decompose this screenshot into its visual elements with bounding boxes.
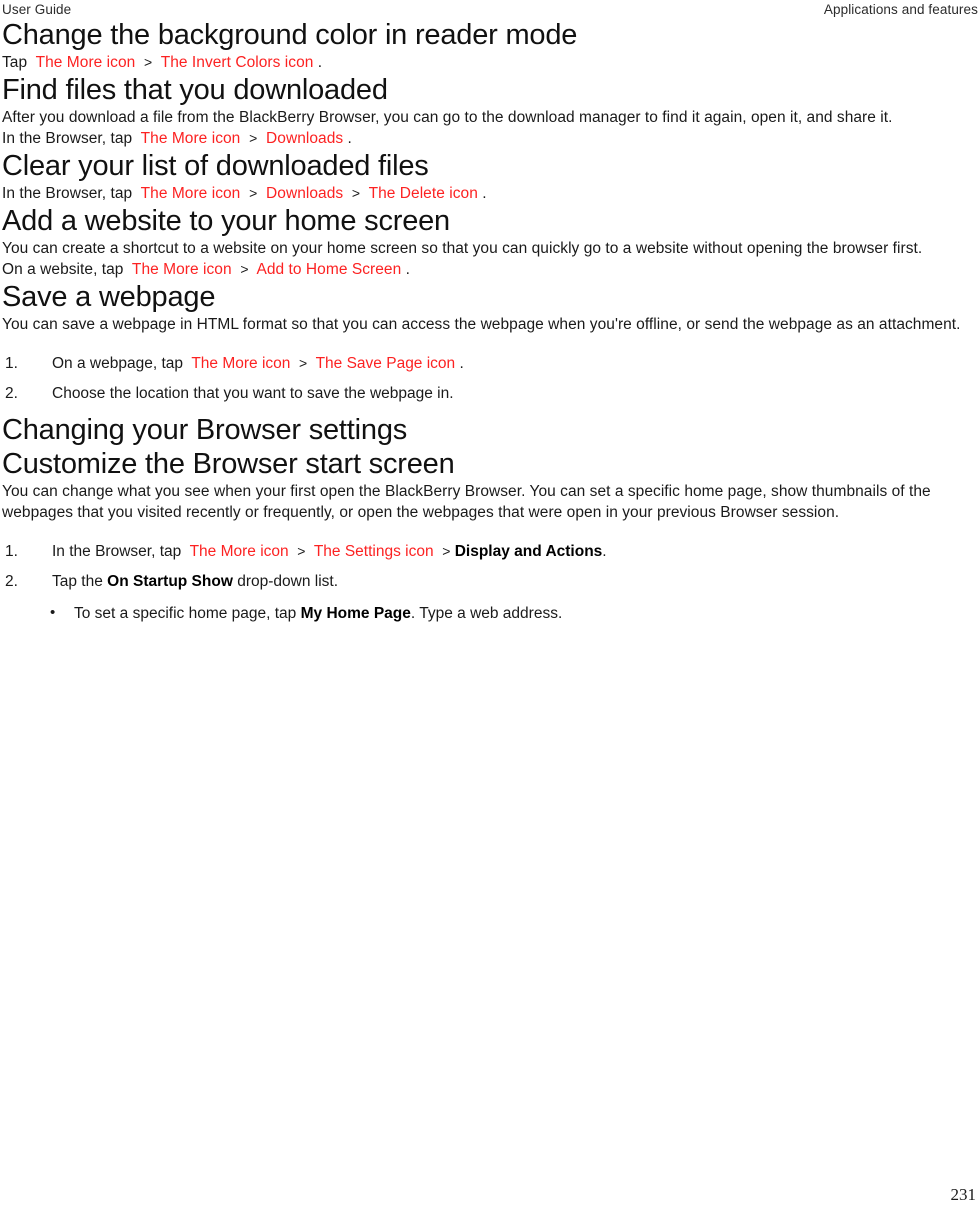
ui-ref-my-home-page[interactable]: My Home Page [301, 605, 411, 622]
instruction-add-website: On a website, tap The More icon > Add to… [2, 259, 978, 280]
ui-ref-more-icon[interactable]: The More icon [132, 261, 232, 278]
instruction-prefix: In the Browser, tap [2, 185, 133, 202]
heading-add-website-home-screen: Add a website to your home screen [2, 205, 450, 237]
ui-ref-downloads[interactable]: Downloads [266, 185, 343, 202]
ui-ref-add-to-home-screen[interactable]: Add to Home Screen [256, 261, 401, 278]
ui-ref-on-startup-show[interactable]: On Startup Show [107, 573, 233, 590]
separator-chevron: > [299, 355, 308, 371]
running-header-right: Applications and features [823, 2, 978, 17]
ui-ref-delete-icon[interactable]: The Delete icon [369, 185, 478, 202]
sentence-period: . [482, 185, 487, 202]
running-header: User Guide Applications and features [2, 0, 978, 18]
ui-ref-invert-colors-icon[interactable]: The Invert Colors icon [161, 54, 314, 71]
instruction-prefix: On a webpage, tap [52, 355, 183, 372]
page-number: 231 [950, 1185, 977, 1204]
bullet-prefix: To set a specific home page, tap [74, 605, 297, 622]
ui-ref-save-page-icon[interactable]: The Save Page icon [316, 355, 456, 372]
sentence-period: . [317, 54, 323, 71]
heading-change-background-color: Change the background color in reader mo… [2, 19, 578, 51]
ordered-steps-save-webpage: On a webpage, tap The More icon > The Sa… [2, 353, 978, 404]
heading-customize-browser-start-screen: Customize the Browser start screen [2, 448, 455, 480]
bullet-list-startup-options: To set a specific home page, tap My Home… [2, 602, 978, 624]
running-header-left: User Guide [2, 2, 72, 17]
list-item: Tap the On Startup Show drop-down list. [2, 571, 978, 592]
ui-ref-more-icon[interactable]: The More icon [141, 185, 241, 202]
sentence-period: . [405, 261, 410, 278]
ordered-steps-customize-start-screen: In the Browser, tap The More icon > The … [2, 541, 978, 592]
sentence-period: . [459, 355, 464, 372]
list-item: Choose the location that you want to sav… [2, 383, 978, 404]
instruction-clear-list: In the Browser, tap The More icon > Down… [2, 183, 978, 204]
heading-find-files: Find files that you downloaded [2, 74, 388, 106]
step-suffix: drop-down list. [237, 573, 338, 590]
ui-ref-more-icon[interactable]: The More icon [36, 54, 136, 71]
instruction-change-background: Tap The More icon > The Invert Colors ic… [2, 52, 978, 73]
ui-ref-downloads[interactable]: Downloads [266, 130, 343, 147]
instruction-find-files: In the Browser, tap The More icon > Down… [2, 128, 978, 149]
paragraph-customize-start-screen: You can change what you see when your fi… [2, 483, 931, 521]
instruction-prefix: Tap [2, 54, 28, 71]
list-item: On a webpage, tap The More icon > The Sa… [2, 353, 978, 374]
instruction-prefix: In the Browser, tap [2, 130, 133, 147]
ui-ref-more-icon[interactable]: The More icon [141, 130, 241, 147]
ui-ref-display-and-actions[interactable]: Display and Actions [455, 543, 603, 560]
instruction-prefix: Tap the [52, 573, 103, 590]
instruction-prefix: In the Browser, tap [52, 543, 182, 560]
heading-clear-downloaded-list: Clear your list of downloaded files [2, 150, 429, 182]
sentence-period: . [347, 130, 352, 147]
paragraph-save-webpage: You can save a webpage in HTML format so… [2, 316, 961, 333]
bullet-suffix: Type a web address. [419, 605, 563, 622]
heading-save-webpage: Save a webpage [2, 281, 216, 313]
separator-chevron: > [351, 185, 361, 201]
ui-ref-more-icon[interactable]: The More icon [191, 355, 290, 372]
instruction-prefix: On a website, tap [2, 261, 124, 278]
paragraph-find-files: After you download a file from the Black… [2, 109, 893, 126]
paragraph-add-website: You can create a shortcut to a website o… [2, 240, 923, 257]
heading-changing-browser-settings: Changing your Browser settings [2, 414, 408, 446]
list-item: To set a specific home page, tap My Home… [2, 602, 978, 624]
ui-ref-settings-icon[interactable]: The Settings icon [314, 543, 434, 560]
document-page: User Guide Applications and features Cha… [0, 0, 980, 1213]
step-text: Choose the location that you want to sav… [52, 385, 454, 402]
ui-ref-more-icon[interactable]: The More icon [190, 543, 289, 560]
list-item: In the Browser, tap The More icon > The … [2, 541, 978, 562]
sentence-period: . [602, 543, 607, 560]
separator-chevron: > [240, 261, 249, 277]
